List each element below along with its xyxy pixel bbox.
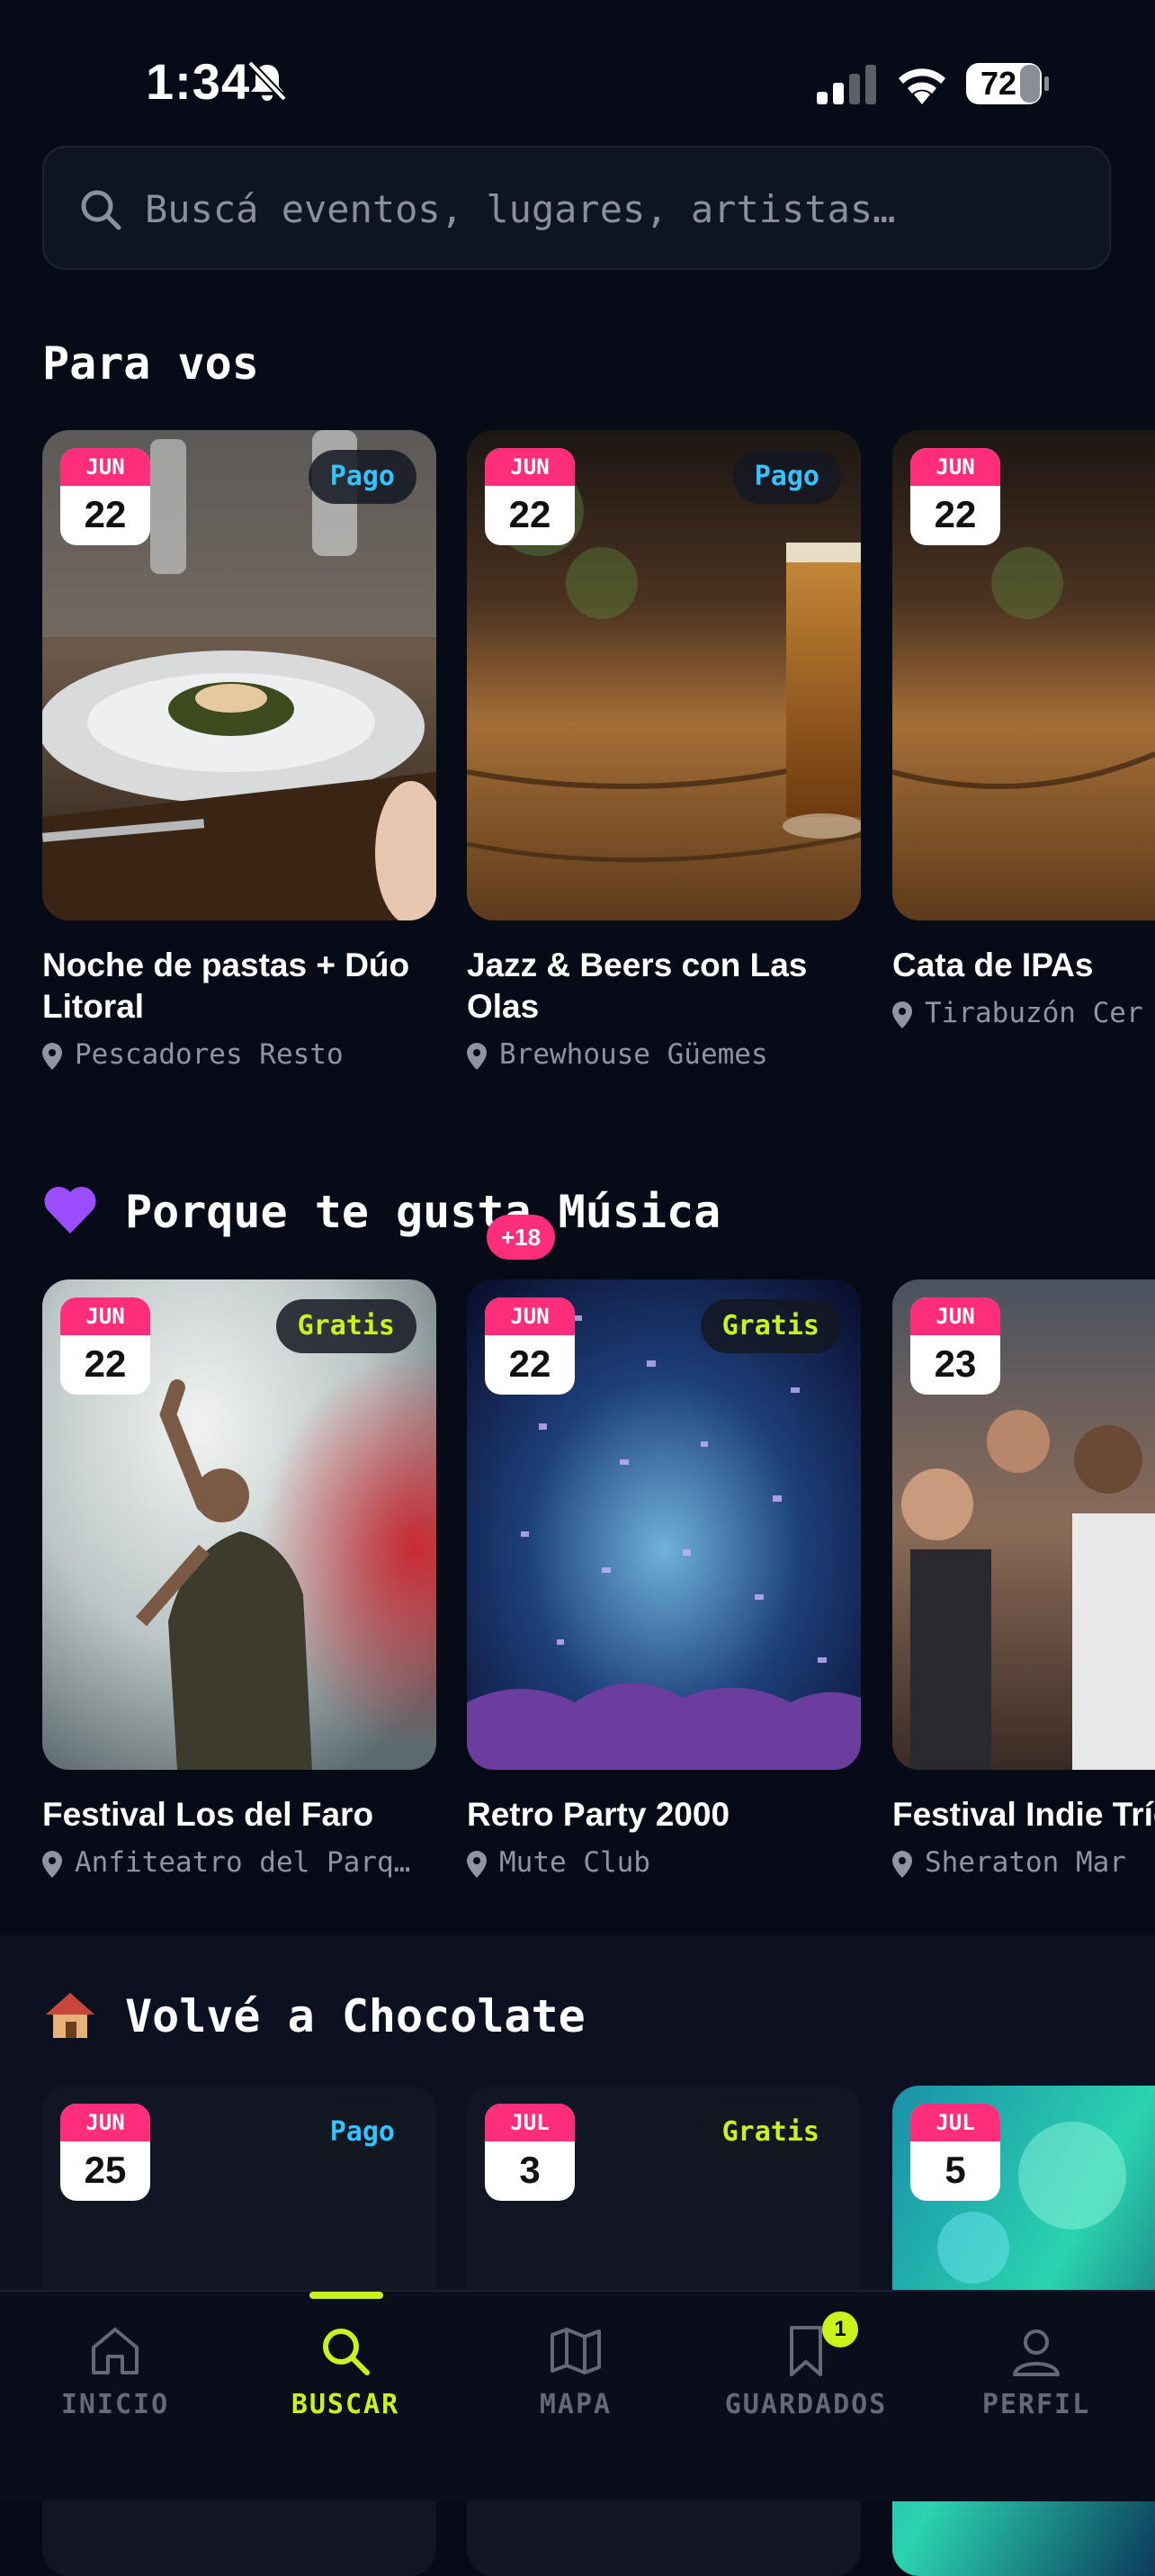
event-venue: Anfiteatro del Parq… [42, 1846, 410, 1879]
bell-muted-icon [247, 60, 287, 102]
section-title-text: Porque te gusta Música [125, 1186, 721, 1238]
battery-level: 72 [980, 65, 1017, 102]
tab-inicio[interactable]: INICIO [0, 2292, 230, 2501]
section-title-para-vos: Para vos [42, 337, 259, 390]
tab-label: INICIO [60, 2389, 170, 2420]
date-day: 22 [934, 493, 977, 535]
date-day: 23 [934, 1342, 977, 1385]
bottom-navigation: INICIO BUSCAR MAPA 1 GUARDADOS PERFIL [0, 2290, 1155, 2501]
search-icon [323, 2329, 370, 2375]
active-tab-indicator [309, 2292, 383, 2299]
price-badge: Pago [308, 450, 416, 504]
date-month: JUN [60, 2104, 150, 2141]
location-pin-icon [42, 1850, 62, 1878]
date-badge: JUN 22 [910, 448, 1000, 545]
status-bar: 1:34 72 [0, 0, 1155, 135]
event-title: Cata de IPAs [892, 947, 1094, 983]
age-restriction-badge: +18 [487, 1215, 556, 1260]
date-month: JUN [60, 1297, 150, 1335]
date-badge: JUL 3 [485, 2104, 575, 2201]
tab-perfil[interactable]: PERFIL [921, 2292, 1151, 2501]
venue-name: Mute Club [499, 1846, 650, 1879]
date-badge: JUN 22 [485, 1297, 575, 1395]
event-venue: Mute Club [467, 1846, 650, 1879]
location-pin-icon [42, 1042, 62, 1070]
price-badge: Gratis [700, 1299, 841, 1353]
tab-label: PERFIL [981, 2389, 1091, 2420]
venue-name: Brewhouse Güemes [499, 1038, 768, 1071]
section-title-musica: Porque te gusta Música [42, 1186, 721, 1243]
notification-badge: 1 [822, 2311, 858, 2347]
tab-buscar[interactable]: BUSCAR [230, 2292, 461, 2501]
price-badge: Gratis [700, 2105, 841, 2159]
event-venue: Sheraton Mar [892, 1846, 1155, 1879]
map-icon [551, 2328, 601, 2374]
location-pin-icon [892, 1850, 912, 1878]
date-badge: JUN 22 [60, 448, 150, 545]
purple-heart-icon [44, 1186, 96, 1234]
location-pin-icon [892, 1001, 912, 1028]
event-title: Festival Los del Faro [42, 1796, 374, 1833]
date-day: 5 [945, 2149, 966, 2191]
tab-label: BUSCAR [291, 2389, 400, 2420]
venue-name: Tirabuzón Cer [925, 997, 1143, 1029]
event-title: Retro Party 2000 [467, 1796, 730, 1833]
date-badge: JUN 23 [910, 1297, 1000, 1395]
battery-indicator: 72 [964, 61, 1051, 106]
tab-mapa[interactable]: MAPA [461, 2292, 691, 2501]
event-title: Jazz & Beers con Las Olas [467, 947, 808, 1025]
section-title-volve: Volvé a Chocolate [42, 1990, 586, 2047]
search-placeholder: Buscá eventos, lugares, artistas… [145, 187, 896, 231]
user-icon [1013, 2329, 1060, 2376]
date-month: JUN [60, 448, 150, 486]
section-title-text: Volvé a Chocolate [125, 1990, 586, 2042]
date-badge: JUL 5 [910, 2104, 1000, 2201]
price-badge: Gratis [275, 1299, 416, 1353]
location-pin-icon [467, 1042, 487, 1070]
home-icon [92, 2328, 139, 2374]
date-badge: JUN 22 [60, 1297, 150, 1395]
date-day: 25 [84, 2149, 127, 2191]
cellular-signal-icon [817, 65, 876, 104]
date-month: JUL [910, 2104, 1000, 2141]
event-venue: Brewhouse Güemes [467, 1038, 768, 1071]
tab-guardados[interactable]: 1 GUARDADOS [691, 2292, 921, 2501]
venue-name: Anfiteatro del Parq… [75, 1846, 411, 1879]
event-venue: Pescadores Resto [42, 1038, 344, 1071]
price-badge: Pago [732, 450, 841, 504]
price-badge: Pago [308, 2105, 416, 2159]
date-badge: JUN 25 [60, 2104, 150, 2201]
search-bar[interactable]: Buscá eventos, lugares, artistas… [42, 146, 1111, 270]
location-pin-icon [467, 1850, 487, 1878]
date-day: 22 [84, 493, 127, 535]
date-month: JUN [485, 1297, 575, 1335]
date-day: 22 [508, 493, 551, 535]
venue-name: Sheraton Mar [925, 1846, 1126, 1879]
wifi-icon [899, 68, 945, 104]
date-day: 3 [519, 2149, 541, 2191]
date-month: JUL [485, 2104, 575, 2141]
date-month: JUN [485, 448, 575, 486]
date-month: JUN [910, 448, 1000, 486]
event-title: Noche de pastas + Dúo Litoral [42, 947, 410, 1025]
section-title-text: Para vos [42, 337, 259, 390]
date-month: JUN [910, 1297, 1000, 1335]
event-title: Festival Indie Trío [892, 1796, 1155, 1833]
tab-label: MAPA [539, 2389, 613, 2420]
venue-name: Pescadores Resto [75, 1038, 344, 1071]
house-icon [46, 1992, 94, 2038]
date-day: 22 [508, 1342, 551, 1385]
event-venue: Tirabuzón Cer [892, 997, 1155, 1029]
date-badge: JUN 22 [485, 448, 575, 545]
tab-label: GUARDADOS [724, 2389, 888, 2420]
status-time: 1:34 [146, 53, 251, 110]
search-icon [81, 190, 121, 230]
date-day: 22 [84, 1342, 127, 1385]
